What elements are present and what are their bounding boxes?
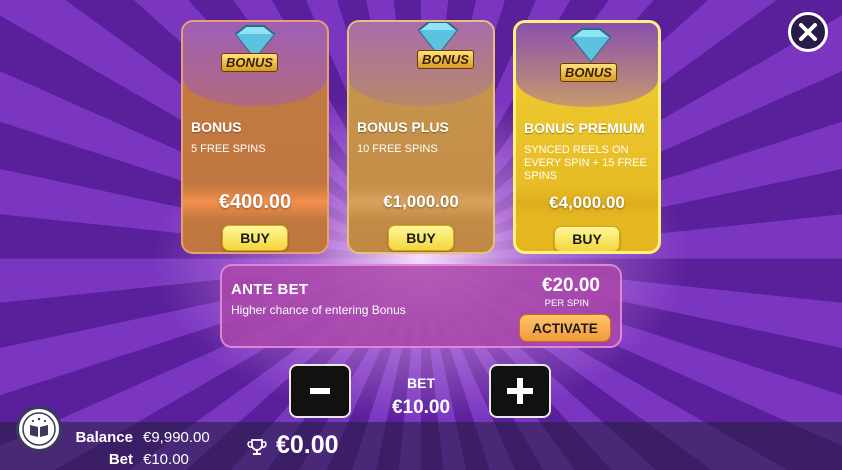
bonus-badge: BONUS xyxy=(417,50,474,69)
ante-bet-title: ANTE BET xyxy=(231,281,309,298)
buy-bonus-button[interactable]: BUY xyxy=(222,225,288,251)
diamond-icon xyxy=(570,28,612,63)
ante-bet-description: Higher chance of entering Bonus xyxy=(231,303,406,317)
bonus-premium-art: BONUS xyxy=(516,23,658,107)
win-value: €0.00 xyxy=(276,431,339,459)
card-price: €4,000.00 xyxy=(516,185,658,221)
decrease-bet-button[interactable] xyxy=(289,364,351,418)
plus-icon xyxy=(507,378,533,404)
card-price: €1,000.00 xyxy=(349,184,493,220)
ante-bet-per-spin: PER SPIN xyxy=(544,298,589,309)
game-logo xyxy=(16,406,62,452)
activate-button[interactable]: ACTIVATE xyxy=(519,314,611,342)
minus-icon xyxy=(310,388,330,394)
footer-bet-value: €10.00 xyxy=(143,451,189,468)
card-description: 5 FREE SPINS xyxy=(191,143,266,155)
buy-bonus-premium-button[interactable]: BUY xyxy=(554,226,620,251)
bet-label: BET xyxy=(407,375,435,391)
close-icon xyxy=(799,23,817,41)
bonus-plus-art: BONUS xyxy=(349,22,493,106)
card-price: €400.00 xyxy=(183,184,327,220)
footer-bet-label: Bet xyxy=(108,451,133,468)
card-title: BONUS PREMIUM xyxy=(524,120,645,136)
balance-label: Balance xyxy=(75,429,133,446)
card-title: BONUS PLUS xyxy=(357,119,449,135)
bonus-card: BONUS BONUS 5 FREE SPINS €400.00 BUY xyxy=(181,20,329,254)
bet-value: €10.00 xyxy=(391,397,451,418)
ante-bet-panel: ANTE BET Higher chance of entering Bonus… xyxy=(220,264,622,348)
balance-value: €9,990.00 xyxy=(143,429,210,446)
book-logo-icon xyxy=(22,412,56,446)
bonus-premium-card: BONUS BONUS PREMIUM SYNCED REELS ON EVER… xyxy=(513,20,661,254)
card-description: SYNCED REELS ON EVERY SPIN + 15 FREE SPI… xyxy=(524,144,647,182)
bonus-art: BONUS xyxy=(183,22,327,106)
bonus-plus-card: BONUS BONUS PLUS 10 FREE SPINS €1,000.00… xyxy=(347,20,495,254)
ante-bet-price: €20.00 xyxy=(541,275,600,296)
trophy-icon xyxy=(247,439,267,455)
card-description: 10 FREE SPINS xyxy=(357,143,438,155)
buy-bonus-plus-button[interactable]: BUY xyxy=(388,225,454,251)
bonus-badge: BONUS xyxy=(221,53,278,72)
close-button[interactable] xyxy=(788,12,828,52)
card-title: BONUS xyxy=(191,119,242,135)
bonus-badge: BONUS xyxy=(560,63,617,82)
increase-bet-button[interactable] xyxy=(489,364,551,418)
